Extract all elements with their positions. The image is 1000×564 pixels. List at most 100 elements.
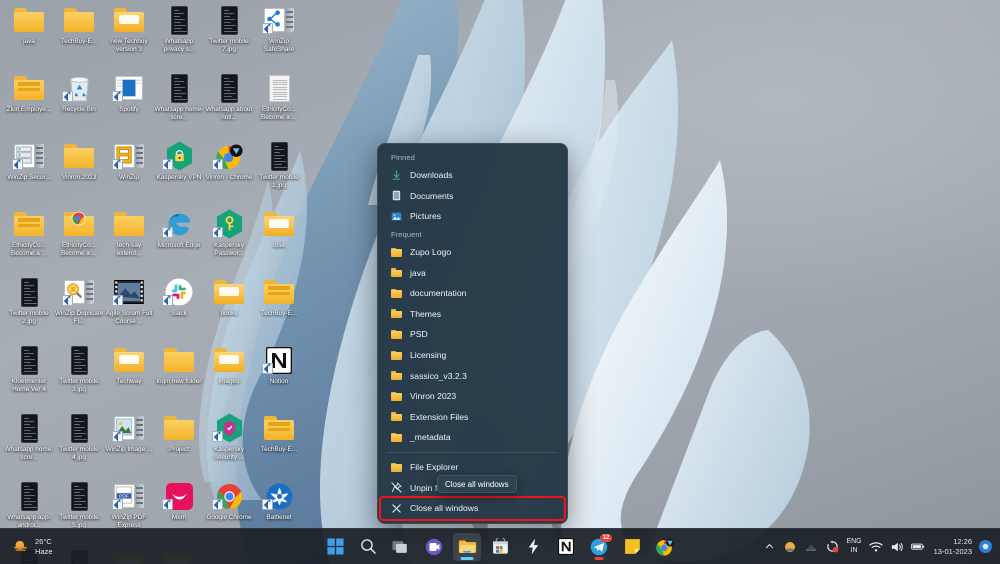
desktop-icon[interactable]: Kloetmenter Home Ver 4	[4, 344, 54, 412]
screenshot-icon	[262, 140, 296, 172]
jumplist-frequent-group[interactable]: Zupo Logo java documentation Themes PSD Licen…	[378, 242, 567, 448]
desktop-icon[interactable]: new Techbuy version 3	[104, 4, 154, 72]
taskbar[interactable]: 26°C Haze 12 ENG IN 12:26 13-01-2023	[0, 528, 1000, 564]
screenshot-thumbnail-icon	[170, 73, 188, 103]
volume-icon[interactable]	[890, 540, 904, 554]
screenshot-icon	[12, 412, 46, 444]
jumplist-frequent-item[interactable]: Licensing	[378, 345, 567, 366]
notification-indicator[interactable]	[979, 540, 992, 553]
jumplist-frequent-item[interactable]: Themes	[378, 304, 567, 325]
telegram-button[interactable]: 12	[585, 533, 613, 561]
desktop-icon[interactable]: EthicityCo... Become a ...	[4, 208, 54, 276]
chrome-button[interactable]	[651, 533, 679, 561]
jumplist-pinned-item[interactable]: Downloads	[378, 165, 567, 186]
lightning-button[interactable]	[519, 533, 547, 561]
desktop-icon-grid[interactable]: java TechBuy-E... new Techbuy version 3 Wha…	[0, 0, 360, 564]
folder-icon	[391, 350, 402, 360]
desktop-icon-label: Techway	[116, 378, 142, 385]
desktop-icon[interactable]: tech-say extend...	[104, 208, 154, 276]
jumplist-frequent-item[interactable]: Extension Files	[378, 407, 567, 428]
desktop-icon[interactable]: Whatsapp home-scre...	[4, 412, 54, 480]
windows-update-icon[interactable]	[825, 540, 839, 554]
jumplist-frequent-item[interactable]: Zupo Logo	[378, 242, 567, 263]
teams-button[interactable]	[420, 533, 448, 561]
jumplist-frequent-item[interactable]: java	[378, 262, 567, 283]
desktop-icon[interactable]: Techway	[104, 344, 154, 412]
desktop-icon[interactable]: books	[204, 276, 254, 344]
jumplist-frequent-item[interactable]: sassico_v3.2.3	[378, 365, 567, 386]
desktop-icon[interactable]: dise	[254, 208, 304, 276]
winzip-app-icon	[112, 140, 146, 172]
wifi-icon[interactable]	[868, 540, 883, 554]
tray-orange-circle-icon[interactable]	[783, 540, 797, 554]
desktop-icon[interactable]: WinZip Image ...	[104, 412, 154, 480]
desktop-icon[interactable]: Microsoft Edge	[154, 208, 204, 276]
desktop-icon[interactable]: Twitter mobile 7.jpg	[204, 4, 254, 72]
desktop-icon[interactable]: Spotify	[104, 72, 154, 140]
desktop-icon[interactable]: TechBuy-E...	[254, 276, 304, 344]
desktop-icon[interactable]: Whatsapp about noti...	[204, 72, 254, 140]
desktop-icon[interactable]: WinZip SafeShare	[254, 4, 304, 72]
desktop-icon[interactable]: Kaspersky Security ...	[204, 412, 254, 480]
desktop-icon[interactable]: java	[4, 4, 54, 72]
jumplist-pinned-item[interactable]: Pictures	[378, 206, 567, 227]
desktop-icon[interactable]: WinZip	[104, 140, 154, 208]
notion-button[interactable]	[552, 533, 580, 561]
desktop-icon[interactable]: TechBuy-E...	[254, 412, 304, 480]
clock[interactable]: 12:26 13-01-2023	[932, 537, 972, 556]
microsoft-store-button[interactable]	[486, 533, 514, 561]
shortcut-arrow-icon	[112, 89, 123, 102]
jumplist-frequent-item[interactable]: PSD	[378, 324, 567, 345]
desktop-icon[interactable]: Twitter mobile 2.jpg	[4, 276, 54, 344]
desktop-icon[interactable]: login new folder	[154, 344, 204, 412]
desktop-icon[interactable]: Twitter mobile 3.jpg	[54, 344, 104, 412]
battery-icon[interactable]	[910, 540, 925, 554]
jumplist-frequent-item[interactable]: documentation	[378, 283, 567, 304]
jumplist-frequent-item[interactable]: _metadata	[378, 427, 567, 448]
show-hidden-icons-chevron-icon[interactable]	[762, 540, 776, 554]
desktop-icon[interactable]: Zluri Employe...	[4, 72, 54, 140]
system-tray[interactable]: ENG IN 12:26 13-01-2023	[762, 529, 1000, 564]
desktop-icon[interactable]: EthicityCo... Become a ...	[254, 72, 304, 140]
jumplist-pinned-item[interactable]: Documents	[378, 186, 567, 207]
file-explorer-button[interactable]	[453, 532, 481, 561]
desktop-icon[interactable]: images	[204, 344, 254, 412]
desktop-icon[interactable]: Whatsapp home-scre...	[154, 72, 204, 140]
desktop-icon[interactable]: Project	[154, 412, 204, 480]
desktop-icon[interactable]: Whatsapp privacy s...	[154, 4, 204, 72]
notion-icon	[262, 344, 296, 376]
close-all-windows-item[interactable]: Close all windows	[379, 495, 566, 521]
desktop-icon-label: Notion	[269, 378, 289, 385]
jumplist-frequent-item[interactable]: Vinron 2023	[378, 386, 567, 407]
winzip-dup-icon	[62, 276, 96, 308]
desktop-icon[interactable]: Twitter mobile 4.jpg	[54, 412, 104, 480]
desktop-icon[interactable]: Twitter mobile 1.jpg	[254, 140, 304, 208]
jumplist-pinned-group[interactable]: Downloads Documents Pictures	[378, 165, 567, 227]
desktop-icon[interactable]: Vinron 2023	[54, 140, 104, 208]
folder-icon	[391, 247, 402, 258]
desktop-icon[interactable]: Vinron - Chrome	[204, 140, 254, 208]
sticky-notes-button[interactable]	[618, 533, 646, 561]
tray-dark-icon[interactable]	[804, 540, 818, 554]
desktop-icon-label: EthicityCo... Become a ...	[11, 242, 47, 257]
start-button[interactable]	[321, 533, 349, 561]
shortcut-arrow-icon	[262, 21, 273, 34]
desktop-icon[interactable]: Agile Scrum Full Course ...	[104, 276, 154, 344]
desktop-icon[interactable]: WinZip Secur...	[4, 140, 54, 208]
screenshot-thumbnail-icon	[170, 5, 188, 35]
language-indicator[interactable]: ENG IN	[846, 538, 861, 555]
desktop-icon[interactable]: EthicityCo... Become a ...	[54, 208, 104, 276]
desktop-icon[interactable]: Recycle Bin	[54, 72, 104, 140]
search-button[interactable]	[354, 533, 382, 561]
taskbar-app-buttons[interactable]: 12	[321, 529, 679, 564]
weather-widget[interactable]: 26°C Haze	[0, 529, 63, 564]
desktop-icon[interactable]: Kaspersky Passwor...	[204, 208, 254, 276]
desktop-icon[interactable]: Kaspersky VPN	[154, 140, 204, 208]
folder-icon	[12, 4, 46, 36]
file-explorer-jump-list[interactable]: Pinned Downloads Documents Pictures Freque…	[377, 143, 568, 524]
desktop-icon[interactable]: Slack	[154, 276, 204, 344]
desktop-icon[interactable]: WinZip Duplicate Fi...	[54, 276, 104, 344]
task-view-button[interactable]	[387, 533, 415, 561]
desktop-icon[interactable]: TechBuy-E...	[54, 4, 104, 72]
desktop-icon[interactable]: Notion	[254, 344, 304, 412]
